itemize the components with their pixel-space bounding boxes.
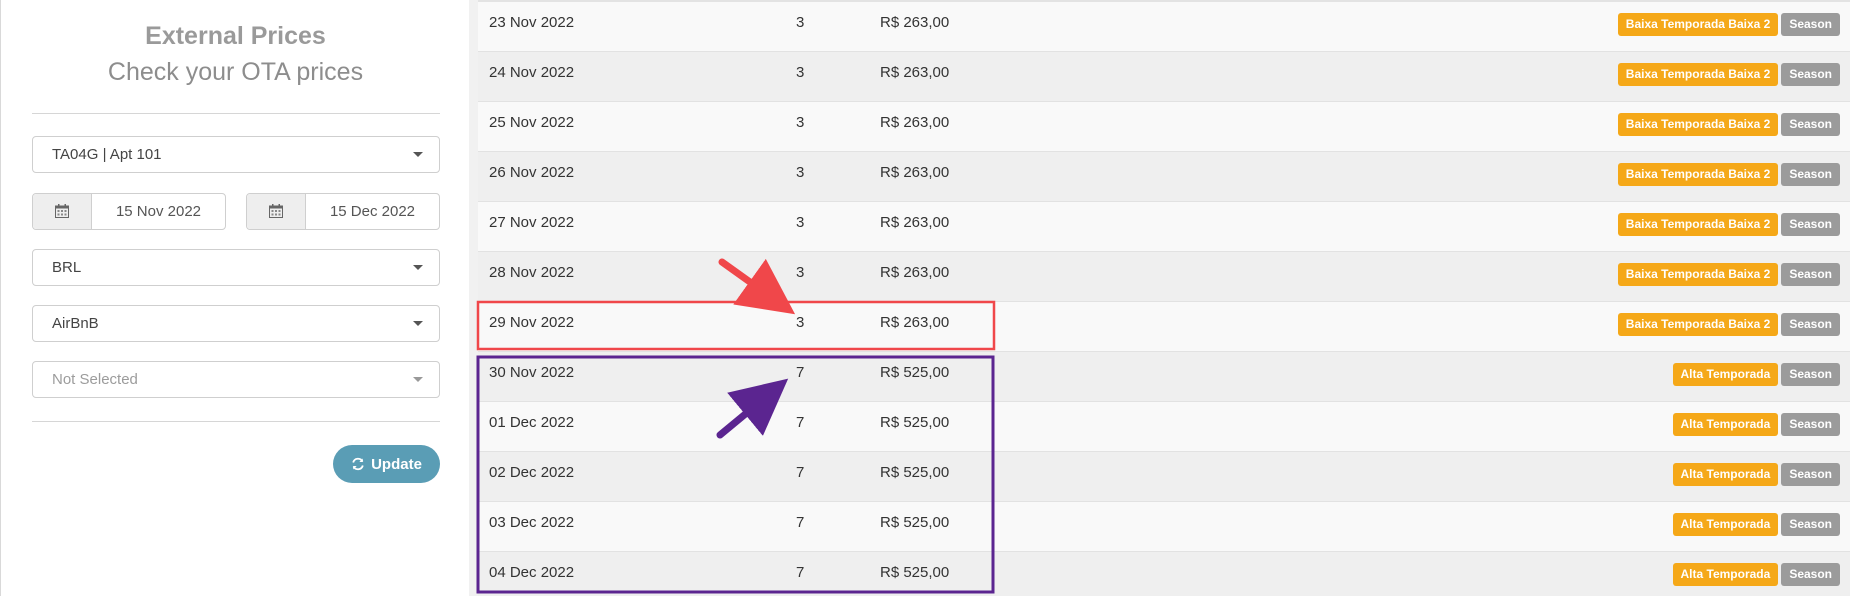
season-tag-badge: Season [1781,163,1840,186]
season-tag-badge: Season [1781,413,1840,436]
season-badge: Baixa Temporada Baixa 2 [1617,13,1779,36]
extra-select-value: Not Selected [52,371,138,388]
row-price: R$ 263,00 [880,314,950,331]
table-row: 30 Nov 2022 7 R$ 525,00 Alta Temporada Seaso… [478,352,1850,402]
season-badge: Alta Temporada [1672,563,1779,586]
row-min-stay: 7 [796,464,805,481]
row-date: 23 Nov 2022 [489,14,575,31]
date-from-field[interactable]: 15 Nov 2022 [32,193,226,230]
table-row: 29 Nov 2022 3 R$ 263,00 Baixa Temporada Bai… [478,302,1850,352]
row-price: R$ 263,00 [880,14,950,31]
calendar-icon[interactable] [247,194,306,229]
table-row: 26 Nov 2022 3 R$ 263,00 Baixa Temporada Bai… [478,152,1850,202]
table-row: 25 Nov 2022 3 R$ 263,00 Baixa Temporada Bai… [478,102,1850,152]
season-badge: Alta Temporada [1672,413,1779,436]
season-badge: Baixa Temporada Baixa 2 [1617,113,1779,136]
row-min-stay: 3 [796,14,805,31]
refresh-icon [352,457,364,471]
row-price: R$ 263,00 [880,164,950,181]
date-from-value: 15 Nov 2022 [115,203,202,220]
date-to-field[interactable]: 15 Dec 2022 [246,193,440,230]
table-row: 01 Dec 2022 7 R$ 525,00 Alta Temporada Seaso… [478,402,1850,452]
table-row: 23 Nov 2022 3 R$ 263,00 Baixa Temporada Bai… [478,2,1850,52]
calendar-icon[interactable] [33,194,92,229]
row-date: 24 Nov 2022 [489,64,575,81]
season-badge: Alta Temporada [1672,363,1779,386]
season-tag-badge: Season [1781,263,1840,286]
table-row: 24 Nov 2022 3 R$ 263,00 Baixa Temporada Bai… [478,52,1850,102]
extra-select[interactable]: Not Selected [32,361,440,398]
table-row: 03 Dec 2022 7 R$ 525,00 Alta Temporada Seaso… [478,502,1850,552]
row-price: R$ 525,00 [880,564,950,581]
row-date: 27 Nov 2022 [489,214,575,231]
season-badge: Baixa Temporada Baixa 2 [1617,163,1779,186]
season-tag-badge: Season [1781,63,1840,86]
season-badge: Alta Temporada [1672,463,1779,486]
property-select[interactable]: TA04G | Apt 101 [32,136,440,173]
table-row: 27 Nov 2022 3 R$ 263,00 Baixa Temporada Bai… [478,202,1850,252]
row-min-stay: 3 [796,114,805,131]
panel-title: External Prices [145,22,326,50]
row-date: 03 Dec 2022 [489,514,575,531]
update-button[interactable]: Update [333,445,440,483]
divider [32,113,440,114]
season-tag-badge: Season [1781,513,1840,536]
update-button-label: Update [371,455,422,473]
row-price: R$ 525,00 [880,464,950,481]
season-tag-badge: Season [1781,13,1840,36]
season-tag-badge: Season [1781,213,1840,236]
season-tag-badge: Season [1781,113,1840,136]
currency-select[interactable]: BRL [32,249,440,286]
row-min-stay: 7 [796,414,805,431]
row-min-stay: 3 [796,214,805,231]
row-min-stay: 7 [796,364,805,381]
row-date: 28 Nov 2022 [489,264,575,281]
table-row: 28 Nov 2022 3 R$ 263,00 Baixa Temporada Bai… [478,252,1850,302]
chevron-down-icon [413,265,423,270]
table-row: 04 Dec 2022 7 R$ 525,00 Alta Temporada Seaso… [478,552,1850,596]
row-min-stay: 7 [796,514,805,531]
row-price: R$ 525,00 [880,414,950,431]
row-date: 02 Dec 2022 [489,464,575,481]
currency-select-value: BRL [52,259,82,276]
channel-select[interactable]: AirBnB [32,305,440,342]
property-select-value: TA04G | Apt 101 [52,146,162,163]
season-tag-badge: Season [1781,313,1840,336]
season-badge: Alta Temporada [1672,513,1779,536]
row-price: R$ 525,00 [880,364,950,381]
row-date: 30 Nov 2022 [489,364,575,381]
row-date: 25 Nov 2022 [489,114,575,131]
row-date: 04 Dec 2022 [489,564,575,581]
filter-panel: External Prices Check your OTA prices TA… [0,0,469,596]
season-tag-badge: Season [1781,363,1840,386]
row-date: 01 Dec 2022 [489,414,575,431]
chevron-down-icon [413,152,423,157]
season-tag-badge: Season [1781,463,1840,486]
row-min-stay: 3 [796,64,805,81]
table-row: 02 Dec 2022 7 R$ 525,00 Alta Temporada Seaso… [478,452,1850,502]
season-badge: Baixa Temporada Baixa 2 [1617,63,1779,86]
panel-subtitle: Check your OTA prices [107,58,364,86]
row-min-stay: 3 [796,264,805,281]
row-price: R$ 263,00 [880,264,950,281]
row-min-stay: 3 [796,164,805,181]
row-min-stay: 3 [796,314,805,331]
chevron-down-icon [413,321,423,326]
chevron-down-icon [413,377,423,382]
row-date: 26 Nov 2022 [489,164,575,181]
row-price: R$ 263,00 [880,64,950,81]
channel-select-value: AirBnB [52,315,99,332]
divider [32,421,440,422]
row-price: R$ 525,00 [880,514,950,531]
row-price: R$ 263,00 [880,214,950,231]
season-tag-badge: Season [1781,563,1840,586]
row-min-stay: 7 [796,564,805,581]
row-price: R$ 263,00 [880,114,950,131]
season-badge: Baixa Temporada Baixa 2 [1617,213,1779,236]
row-date: 29 Nov 2022 [489,314,575,331]
date-to-value: 15 Dec 2022 [329,203,416,220]
prices-table: 23 Nov 2022 3 R$ 263,00 Baixa Temporada Bai… [478,0,1850,596]
season-badge: Baixa Temporada Baixa 2 [1617,313,1779,336]
season-badge: Baixa Temporada Baixa 2 [1617,263,1779,286]
